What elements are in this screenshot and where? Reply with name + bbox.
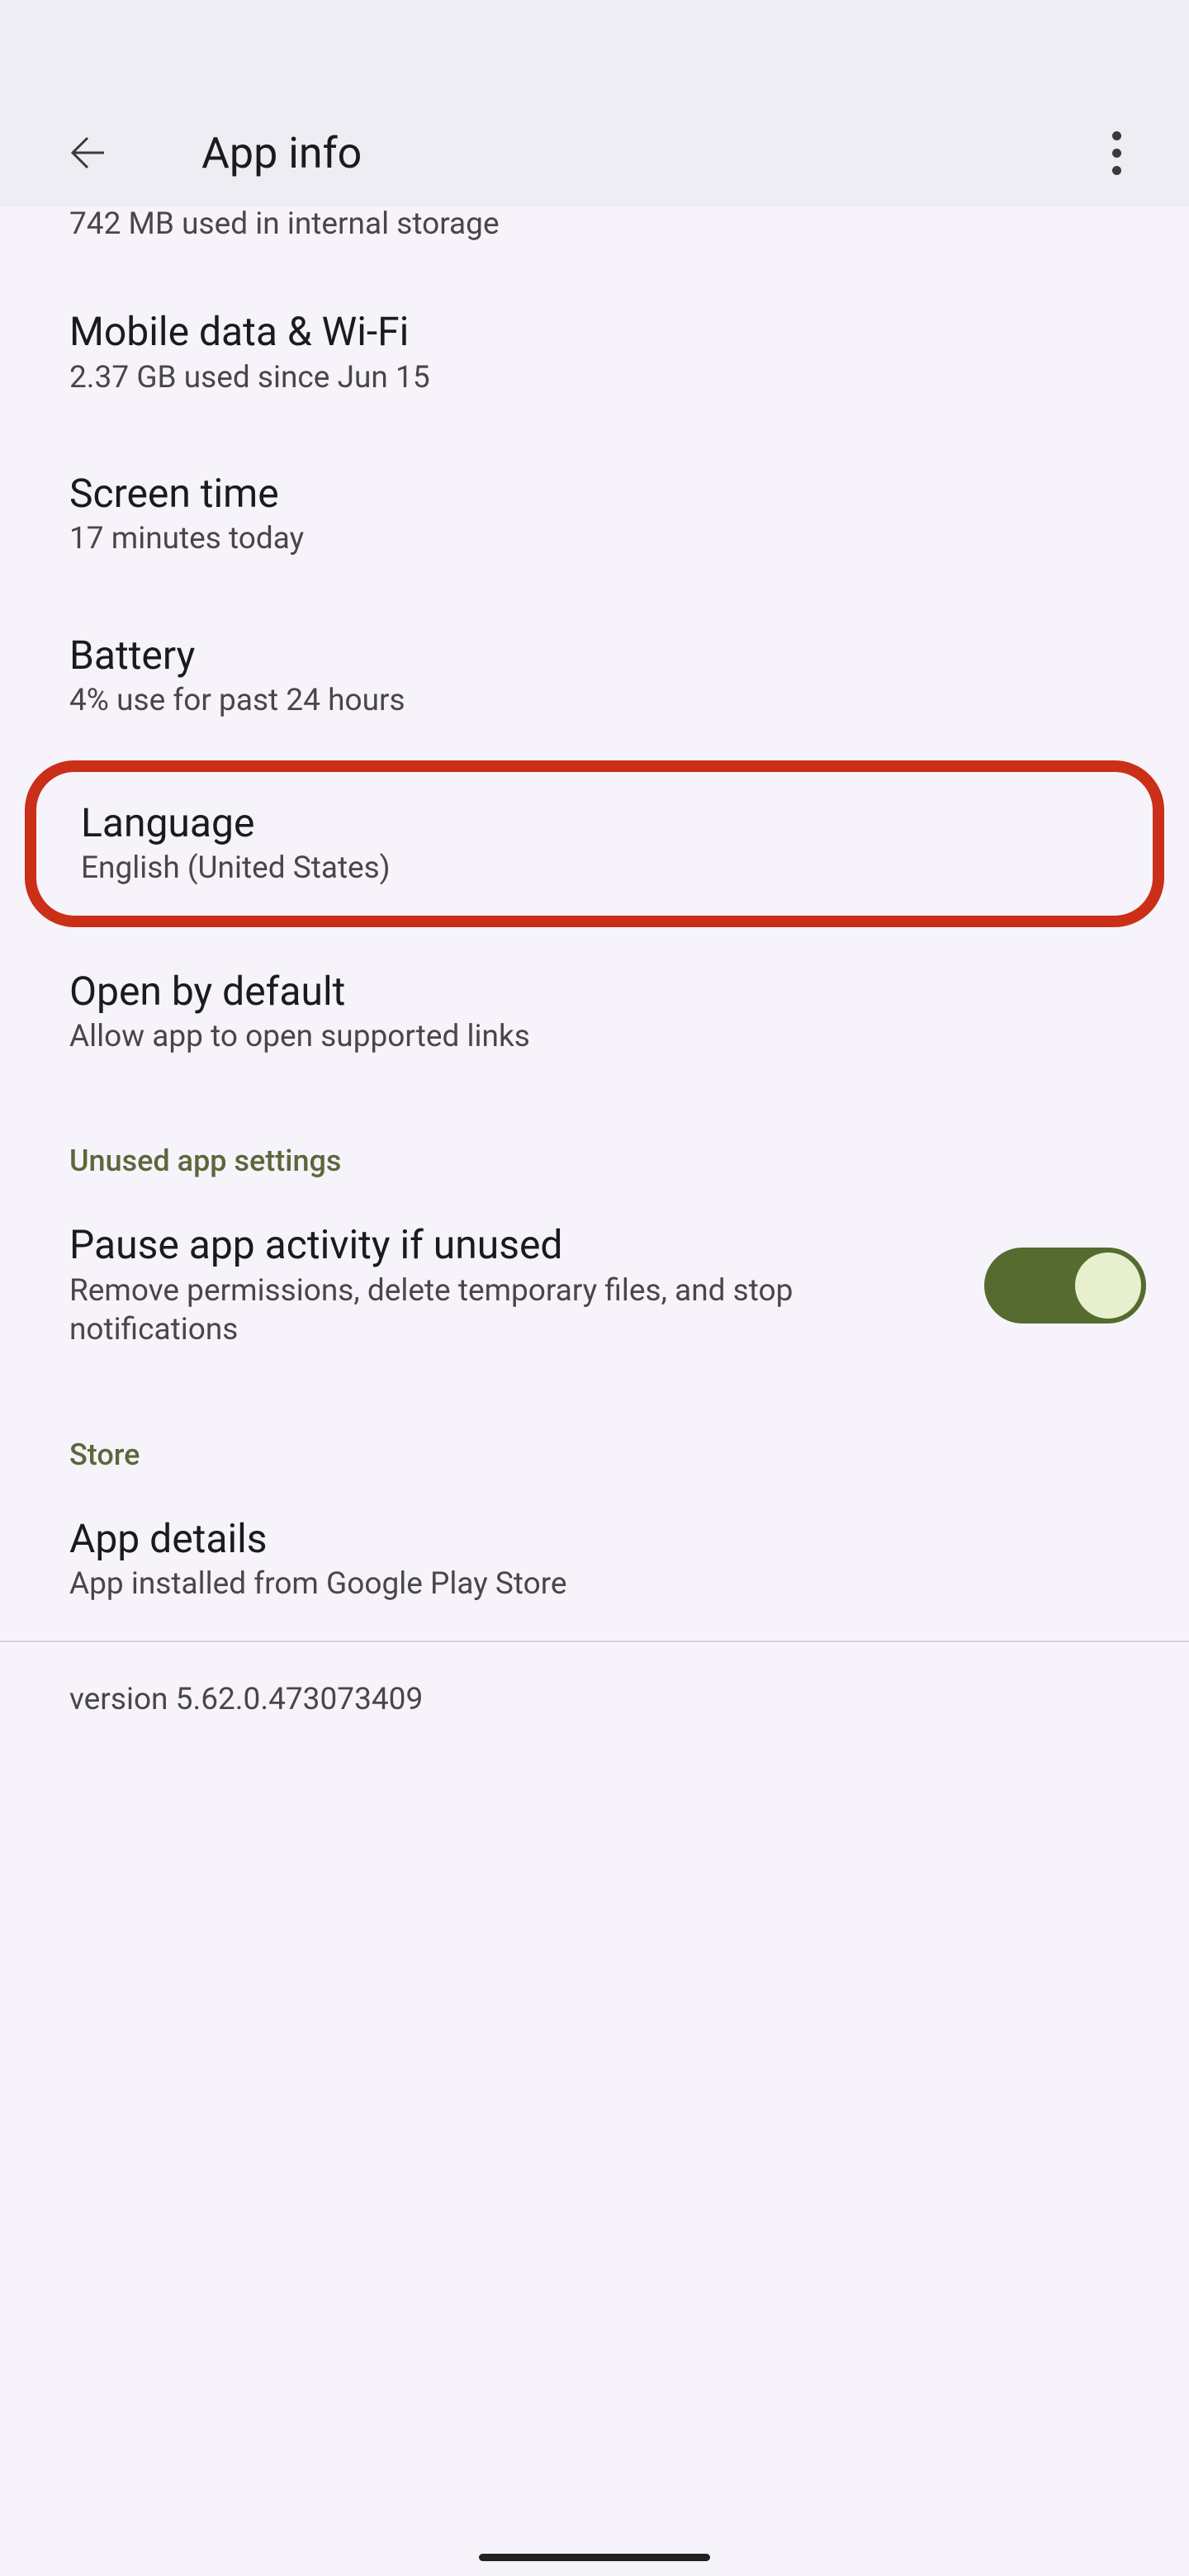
item-title: Screen time bbox=[69, 471, 1120, 516]
screen-time-item[interactable]: Screen time 17 minutes today bbox=[0, 433, 1189, 595]
item-subtitle: App installed from Google Play Store bbox=[69, 1566, 1120, 1603]
item-title: App details bbox=[69, 1516, 1120, 1561]
item-subtitle: Remove permissions, delete temporary fil… bbox=[69, 1272, 959, 1349]
pause-app-activity-item[interactable]: Pause app activity if unused Remove perm… bbox=[0, 1185, 1189, 1386]
status-bar-space bbox=[0, 0, 1189, 99]
item-subtitle: 4% use for past 24 hours bbox=[69, 683, 1120, 719]
section-header-store: Store bbox=[0, 1386, 1189, 1479]
open-by-default-item[interactable]: Open by default Allow app to open suppor… bbox=[0, 931, 1189, 1093]
item-subtitle: 2.37 GB used since Jun 15 bbox=[69, 360, 1120, 396]
navigation-handle[interactable] bbox=[479, 2554, 710, 2561]
page-title: App info bbox=[201, 128, 362, 178]
app-version: version 5.62.0.473073409 bbox=[0, 1642, 1189, 1757]
mobile-data-item[interactable]: Mobile data & Wi-Fi 2.37 GB used since J… bbox=[0, 272, 1189, 433]
item-title: Battery bbox=[69, 632, 1120, 678]
more-vert-icon bbox=[1112, 131, 1121, 175]
more-options-button[interactable] bbox=[1077, 113, 1156, 192]
item-title: Open by default bbox=[69, 968, 1120, 1014]
back-button[interactable] bbox=[48, 113, 127, 192]
item-subtitle: Allow app to open supported links bbox=[69, 1019, 1120, 1055]
arrow-left-icon bbox=[68, 133, 107, 173]
app-details-item[interactable]: App details App installed from Google Pl… bbox=[0, 1479, 1189, 1641]
language-item[interactable]: Language English (United States) bbox=[36, 772, 1153, 916]
top-bar: App info bbox=[0, 99, 1189, 206]
highlight-annotation: Language English (United States) bbox=[25, 760, 1164, 927]
item-subtitle: 17 minutes today bbox=[69, 521, 1120, 557]
item-title: Pause app activity if unused bbox=[69, 1222, 959, 1267]
item-subtitle: English (United States) bbox=[81, 850, 1108, 887]
section-header-unused: Unused app settings bbox=[0, 1092, 1189, 1185]
battery-item[interactable]: Battery 4% use for past 24 hours bbox=[0, 595, 1189, 757]
toggle-knob bbox=[1075, 1252, 1141, 1319]
content: 742 MB used in internal storage Mobile d… bbox=[0, 206, 1189, 2576]
pause-app-toggle[interactable] bbox=[984, 1248, 1146, 1324]
storage-subtitle: 742 MB used in internal storage bbox=[0, 206, 1189, 272]
item-title: Mobile data & Wi-Fi bbox=[69, 309, 1120, 354]
item-title: Language bbox=[81, 800, 1108, 845]
